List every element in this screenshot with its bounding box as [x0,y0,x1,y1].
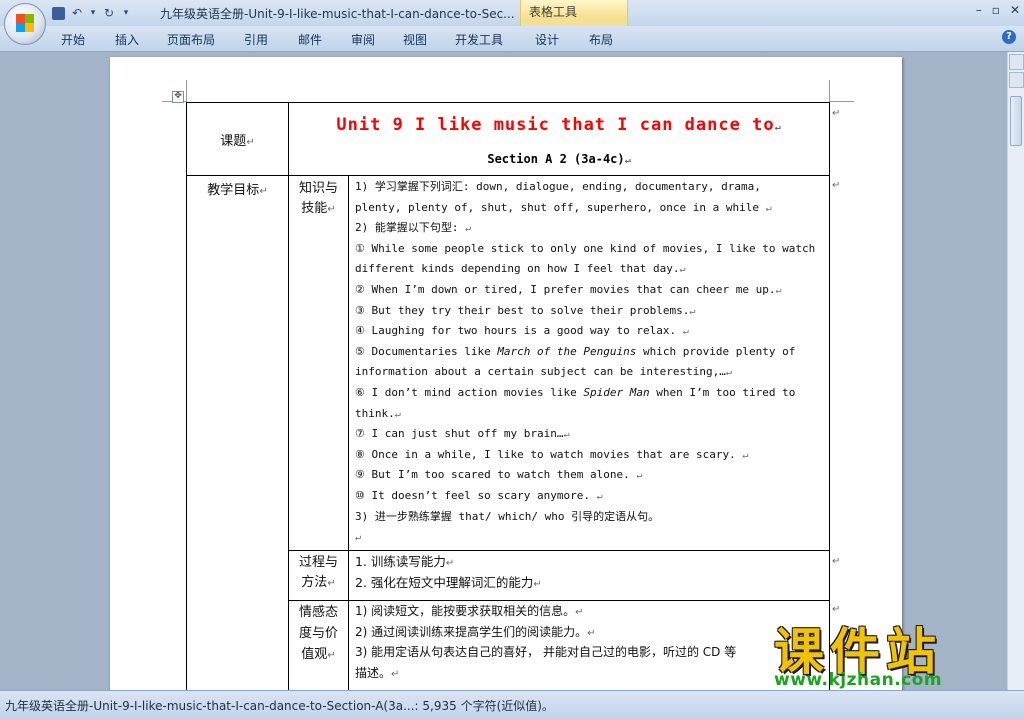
emotion-label-cell[interactable]: 情感态 度与价 值观↵ [288,600,349,701]
knowledge-line: ⑤ Documentaries like March of the Pengui… [355,344,796,358]
knowledge-line: ⑩ It doesn’t feel so scary anymore. ↵ [355,488,603,502]
knowledge-line-empty: ↵ [355,532,362,544]
crop-mark-top-right [829,80,854,102]
vertical-scrollbar[interactable] [1007,52,1024,690]
window-title: 九年级英语全册-Unit-9-I-like-music-that-I-can-d… [160,7,515,21]
lesson-title: Unit 9 I like music that I can dance to↵ [336,115,782,135]
process-line: 2. 强化在短文中理解词汇的能力↵ [355,574,542,590]
process-content-cell[interactable]: 1. 训练读写能力↵ 2. 强化在短文中理解词汇的能力↵ [347,550,831,601]
tab-developer[interactable]: 开发工具 [455,31,503,48]
knowledge-line: ⑧ Once in a while, I like to watch movie… [355,447,749,461]
table-row-topic: 课题↵ Unit 9 I like music that I can dance… [186,102,831,176]
knowledge-line: information about a certain subject can … [355,365,732,379]
knowledge-content-cell[interactable]: 1) 学习掌握下列词汇: down, dialogue, ending, doc… [347,175,831,551]
tab-view[interactable]: 视图 [403,31,427,48]
emotion-label-line-2: 度与价 [298,626,338,641]
undo-dropdown-icon[interactable]: ▾ [89,5,97,21]
maximize-icon[interactable]: ▫ [992,3,1000,17]
window-controls: – ▫ ✕ [976,3,1020,17]
table-row-knowledge: 教学目标↵ 知识与 技能↵ 1) 学习掌握下列词汇: down, dialogu… [186,175,831,701]
knowledge-label-cell[interactable]: 知识与 技能↵ [288,175,349,551]
ribbon-tab-row: 开始 插入 页面布局 引用 邮件 审阅 视图 开发工具 设计 布局 [0,26,1024,52]
undo-icon[interactable]: ↶ [69,5,85,21]
title-cell[interactable]: Unit 9 I like music that I can dance to↵… [287,102,831,176]
knowledge-line: 1) 学习掌握下列词汇: down, dialogue, ending, doc… [355,180,761,193]
tab-design[interactable]: 设计 [535,31,559,48]
knowledge-line: ⑨ But I’m too scared to watch them alone… [355,468,643,482]
knowledge-line: 3) 进一步熟练掌握 that/ which/ who 引导的定语从句。 [355,509,660,523]
table-tools-label: 表格工具 [529,5,578,19]
emotion-label-line-3: 值观↵ [301,647,336,662]
tab-review[interactable]: 审阅 [351,31,375,48]
ruler-toggle-icon[interactable] [1009,54,1024,70]
topic-label: 课题 [220,133,247,149]
emotion-label-line-1: 情感态 [298,605,338,620]
office-logo-icon [16,14,34,32]
knowledge-line: different kinds depending on how I feel … [355,262,686,276]
emotion-content-cell[interactable]: 1) 阅读短文，能按要求获取相关的信息。↵ 2) 通过阅读训练来提高学生们的阅读… [347,600,831,701]
minimize-icon[interactable]: – [976,3,982,17]
emotion-line: 3) 能用定语从句表达自己的喜好， 并能对自己过的电影，听过的 CD 等 [355,645,737,660]
knowledge-line: 2) 能掌握以下句型: ↵ [355,221,472,235]
tab-insert[interactable]: 插入 [115,31,139,48]
goals-label: 教学目标 [207,183,260,198]
knowledge-line: plenty, plenty of, shut, shut off, super… [355,200,772,214]
process-label-line-2: 方法↵ [301,575,336,590]
tab-mailings[interactable]: 邮件 [298,31,322,48]
table-move-handle-icon[interactable]: ✥ [172,91,184,103]
end-of-row-mark: ↵ [832,556,841,567]
emotion-line: 描述。↵ [355,665,400,680]
knowledge-line: ④ Laughing for two hours is a good way t… [355,324,689,338]
status-bar: 九年级英语全册-Unit-9-I-like-music-that-I-can-d… [0,690,1024,719]
tab-page-layout[interactable]: 页面布局 [167,31,215,48]
knowledge-line: ⑦ I can just shut off my brain…↵ [355,427,570,441]
knowledge-line: ① While some people stick to only one ki… [355,241,816,255]
office-button[interactable] [4,3,46,45]
end-of-row-mark: ↵ [832,108,841,119]
customize-toolbar-icon[interactable]: ▾ [121,5,131,21]
process-label-line-1: 过程与 [298,555,338,570]
goals-label-cell[interactable]: 教学目标↵ [186,175,289,701]
knowledge-line: ③ But they try their best to solve their… [355,303,696,317]
knowledge-line: think.↵ [355,406,401,420]
process-label-cell[interactable]: 过程与 方法↵ [288,550,349,601]
scroll-up-icon[interactable] [1009,72,1024,88]
redo-icon[interactable]: ↻ [101,5,117,21]
tab-home[interactable]: 开始 [61,31,85,48]
emotion-line: 1) 阅读短文，能按要求获取相关的信息。↵ [355,604,584,618]
knowledge-line: ⑥ I don’t mind action movies like Spider… [355,385,796,399]
knowledge-label-line-1: 知识与 [298,181,338,196]
watermark-url: www.kjzhan.com [774,670,943,690]
knowledge-label-line-2: 技能↵ [301,201,336,216]
lesson-section: Section A 2 (3a-4c)↵ [487,152,631,166]
process-line: 1. 训练读写能力↵ [355,554,455,569]
lesson-plan-table: 课题↵ Unit 9 I like music that I can dance… [186,102,831,701]
quick-access-toolbar: ↶ ▾ ↻ ▾ [52,4,131,22]
topic-label-cell[interactable]: 课题↵ [186,102,289,176]
knowledge-line: ② When I’m down or tired, I prefer movie… [355,282,782,296]
tab-references[interactable]: 引用 [244,31,268,48]
status-text: 九年级英语全册-Unit-9-I-like-music-that-I-can-d… [5,699,554,713]
close-icon[interactable]: ✕ [1010,3,1020,17]
tab-layout[interactable]: 布局 [589,31,613,48]
kjzhan-watermark-logo: 课件站 www.kjzhan.com [768,612,1008,690]
title-bar: ↶ ▾ ↻ ▾ 九年级英语全册-Unit-9-I-like-music-that… [0,0,1024,26]
scroll-thumb[interactable] [1010,96,1022,146]
emotion-line: 2) 通过阅读训练来提高学生们的阅读能力。↵ [355,624,596,639]
save-icon[interactable] [52,7,65,20]
end-of-row-mark: ↵ [832,180,841,191]
help-icon[interactable]: ? [1002,30,1016,44]
